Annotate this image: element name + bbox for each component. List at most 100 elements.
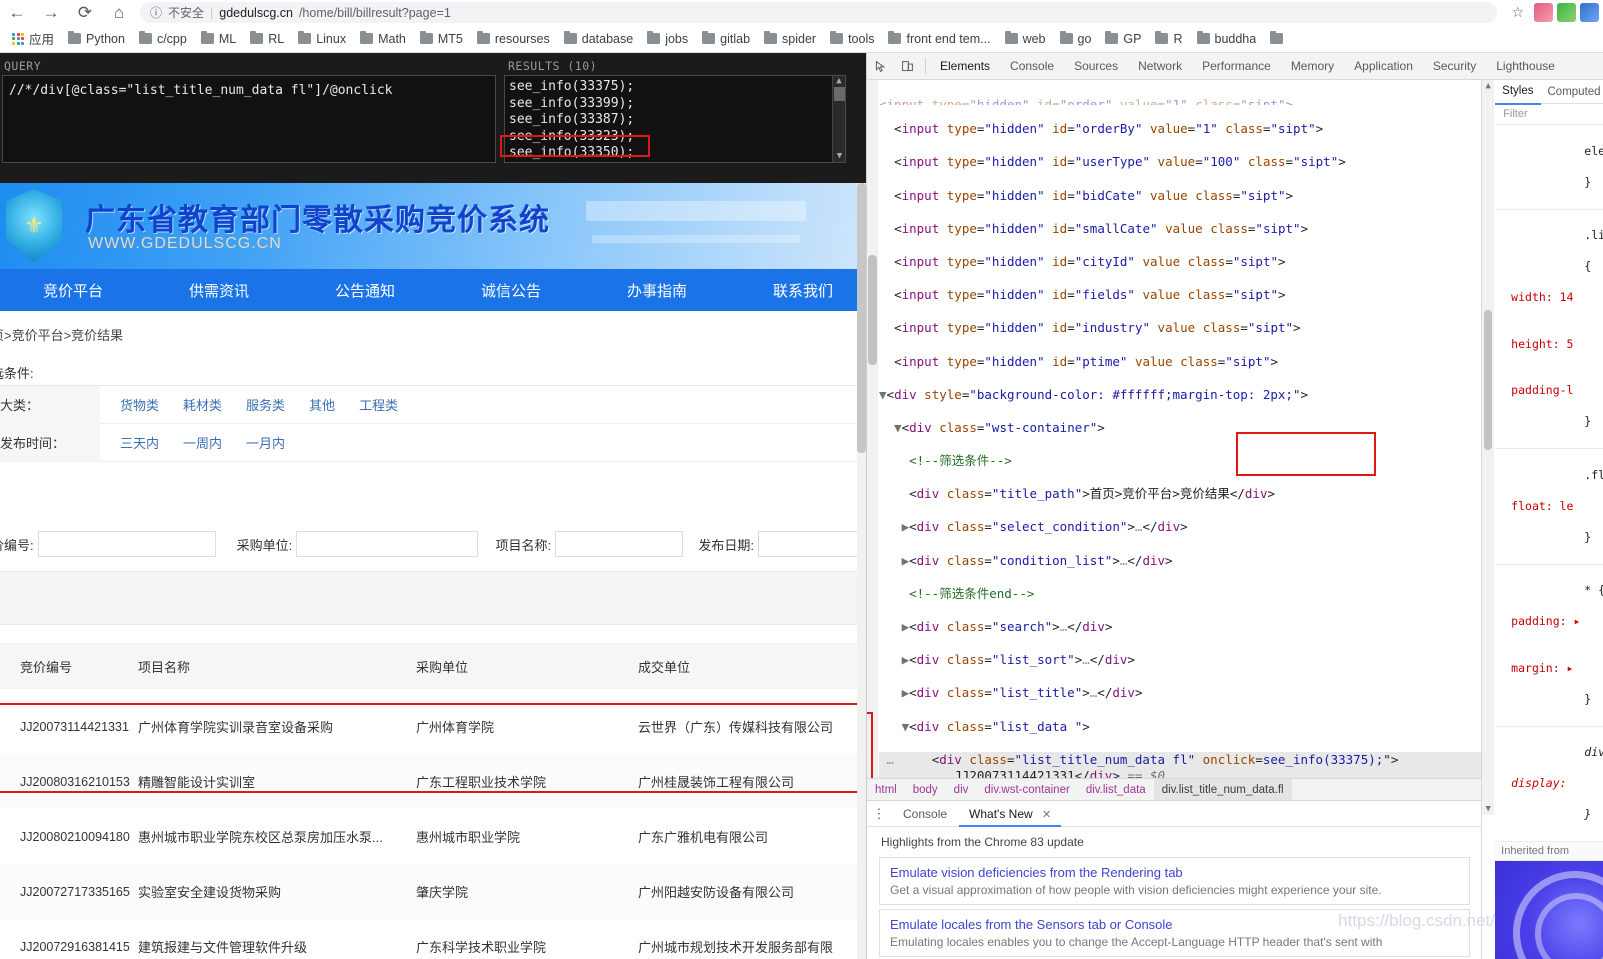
nav-item-supply-demand[interactable]: 供需资讯 <box>146 280 292 301</box>
drawer-tab-console[interactable]: Console <box>893 801 957 827</box>
cell-bid-number[interactable]: JJ20073114421331 <box>0 720 138 734</box>
inspect-element-icon[interactable] <box>867 53 894 80</box>
dom-line-div-list-title[interactable]: ▶<div class="list_title">…</div> <box>879 685 1481 702</box>
bookmark-item[interactable]: R <box>1149 29 1188 49</box>
cell-buyer[interactable]: 广东科学技术职业学院 <box>416 937 638 956</box>
style-rule-element-style[interactable]: element.style { } <box>1495 125 1603 210</box>
styles-tab-styles[interactable]: Styles <box>1495 80 1541 105</box>
tab-application[interactable]: Application <box>1344 53 1423 80</box>
close-icon[interactable]: ✕ <box>1042 809 1051 821</box>
rule-prop[interactable]: width: 14 <box>1501 290 1600 306</box>
whats-new-card-title[interactable]: Emulate locales from the Sensors tab or … <box>890 917 1459 932</box>
filter-option-services[interactable]: 服务类 <box>246 395 285 414</box>
address-bar[interactable]: ⓘ 不安全 | gdedulscg.cn/home/bill/billresul… <box>140 2 1498 23</box>
cell-winner[interactable]: 广州桂晟装饰工程有限公司 <box>638 772 866 791</box>
table-row[interactable]: JJ20072916381415 建筑报建与文件管理软件升级 广东科学技术职业学… <box>0 919 866 959</box>
cell-project[interactable]: 实验室安全建设货物采购 <box>138 882 416 901</box>
style-rule-list-title[interactable]: .list_title_ { width: 14 height: 5 paddi… <box>1495 210 1603 449</box>
bookmark-item[interactable]: gitlab <box>696 29 756 49</box>
table-row[interactable]: JJ20080210094180 惠州城市职业学院东校区总泵房加压水泵... 惠… <box>0 809 866 864</box>
breadcrumb-html[interactable]: html <box>867 779 905 800</box>
xpath-result-item[interactable]: see_info(33323); <box>509 129 841 146</box>
breadcrumb-body[interactable]: body <box>905 779 946 800</box>
search-input-buyer[interactable] <box>296 531 479 557</box>
filter-option-other[interactable]: 其他 <box>309 395 335 414</box>
scroll-down-arrow[interactable]: ▼ <box>1482 803 1494 815</box>
cell-winner[interactable]: 云世界（广东）传媒科技有限公司 <box>638 717 866 736</box>
dom-tree-scrollbar[interactable] <box>867 80 878 800</box>
extension-icon-3[interactable] <box>1580 3 1599 22</box>
style-rule-universal[interactable]: * { padding: ▸ margin: ▸ } <box>1495 565 1603 727</box>
scrollbar-thumb[interactable] <box>1484 310 1493 450</box>
breadcrumb-selected-node[interactable]: div.list_title_num_data.fl <box>1153 779 1292 800</box>
cell-project[interactable]: 建筑报建与文件管理软件升级 <box>138 937 416 956</box>
breadcrumb-wst-container[interactable]: div.wst-container <box>976 779 1077 800</box>
bookmark-item[interactable]: go <box>1054 29 1098 49</box>
xpath-result-item[interactable]: see_info(33387); <box>509 112 841 129</box>
tab-lighthouse[interactable]: Lighthouse <box>1486 53 1565 80</box>
dom-line-div-list-data[interactable]: ▼<div class="list_data "> <box>879 719 1481 736</box>
cell-project[interactable]: 惠州城市职业学院东校区总泵房加压水泵... <box>138 827 416 846</box>
styles-filter-input[interactable]: Filter <box>1495 104 1603 125</box>
dom-line-div-condition-list[interactable]: ▶<div class="condition_list">…</div> <box>879 553 1481 570</box>
bookmark-item-overflow[interactable] <box>1264 30 1289 47</box>
filter-option-1month[interactable]: 一月内 <box>246 433 285 452</box>
extension-icon-2[interactable] <box>1557 3 1576 22</box>
filter-option-consumables[interactable]: 耗材类 <box>183 395 222 414</box>
nav-item-announcements[interactable]: 公告通知 <box>292 280 438 301</box>
dom-line-div-search[interactable]: ▶<div class="search">…</div> <box>879 619 1481 636</box>
bookmark-item[interactable]: GP <box>1099 29 1147 49</box>
page-scrollbar[interactable] <box>857 183 866 959</box>
filter-option-engineering[interactable]: 工程类 <box>359 395 398 414</box>
dom-line-input-usertype[interactable]: <input type="hidden" id="userType" value… <box>879 154 1481 171</box>
styles-tab-computed[interactable]: Computed <box>1541 80 1603 104</box>
dom-line-input-order[interactable]: <input type="hidden" id="order" value="1… <box>879 97 1481 105</box>
dom-line-div-select-condition[interactable]: ▶<div class="select_condition">…</div> <box>879 519 1481 536</box>
cell-winner[interactable]: 广东广雅机电有限公司 <box>638 827 866 846</box>
style-rule-fl[interactable]: .fl { float: le } <box>1495 449 1603 565</box>
dom-line-comment-filter-end[interactable]: <!--筛选条件end--> <box>879 586 1481 603</box>
bookmark-item[interactable]: RL <box>244 29 290 49</box>
dom-line-input-orderby[interactable]: <input type="hidden" id="orderBy" value=… <box>879 121 1481 138</box>
rule-prop[interactable]: height: 5 <box>1501 337 1600 353</box>
search-input-project[interactable] <box>555 531 684 557</box>
bookmark-item[interactable]: ML <box>195 29 242 49</box>
table-row[interactable]: JJ20072717335165 实验室安全建设货物采购 肇庆学院 广州阳越安防… <box>0 864 866 919</box>
drawer-tab-whats-new[interactable]: What's New ✕ <box>959 801 1062 827</box>
tab-console[interactable]: Console <box>1000 53 1064 80</box>
search-input-publish-date[interactable] <box>758 531 866 557</box>
rule-prop[interactable]: margin: ▸ <box>1501 661 1600 677</box>
forward-button[interactable]: → <box>34 0 68 25</box>
dom-line-div-list-sort[interactable]: ▶<div class="list_sort">…</div> <box>879 652 1481 669</box>
rule-prop[interactable]: padding: ▸ <box>1501 614 1600 630</box>
scroll-down-arrow[interactable]: ▼ <box>833 151 845 162</box>
scrollbar-thumb[interactable] <box>868 255 877 365</box>
filter-option-goods[interactable]: 货物类 <box>120 395 159 414</box>
breadcrumb-div[interactable]: div <box>946 779 977 800</box>
cell-buyer[interactable]: 惠州城市职业学院 <box>416 827 638 846</box>
extension-icon-1[interactable] <box>1534 3 1553 22</box>
bookmark-star-icon[interactable]: ☆ <box>1505 4 1530 21</box>
xpath-results-box[interactable]: see_info(33375); see_info(33399); see_in… <box>504 75 846 163</box>
cell-project[interactable]: 精雕智能设计实训室 <box>138 772 416 791</box>
xpath-query-input[interactable]: //*/div[@class="list_title_num_data fl"]… <box>2 75 496 163</box>
info-icon[interactable]: ⓘ <box>150 4 162 21</box>
bookmark-item[interactable]: buddha <box>1191 29 1263 49</box>
bookmark-item[interactable]: spider <box>758 29 822 49</box>
styles-scrollbar[interactable]: ▲ ▼ <box>1482 80 1495 815</box>
home-button[interactable]: ⌂ <box>102 0 136 25</box>
nav-item-contact[interactable]: 联系我们 <box>730 280 866 301</box>
bookmark-apps[interactable]: 应用 <box>6 26 60 51</box>
scroll-up-arrow[interactable]: ▲ <box>833 76 845 87</box>
whats-new-card-title[interactable]: Emulate vision deficiencies from the Ren… <box>890 865 1459 880</box>
whats-new-card[interactable]: Emulate vision deficiencies from the Ren… <box>879 857 1470 905</box>
dom-line-input-fields[interactable]: <input type="hidden" id="fields" value c… <box>879 287 1481 304</box>
dom-line-input-cityid[interactable]: <input type="hidden" id="cityId" value c… <box>879 254 1481 271</box>
tab-elements[interactable]: Elements <box>930 53 1000 80</box>
bookmark-item[interactable]: database <box>558 29 639 49</box>
reload-button[interactable]: ⟳ <box>68 0 102 25</box>
bookmark-item[interactable]: Linux <box>292 29 352 49</box>
cell-bid-number[interactable]: JJ20072717335165 <box>0 885 138 899</box>
search-input-bid-number[interactable] <box>37 531 216 557</box>
bookmark-item[interactable]: Math <box>354 29 412 49</box>
